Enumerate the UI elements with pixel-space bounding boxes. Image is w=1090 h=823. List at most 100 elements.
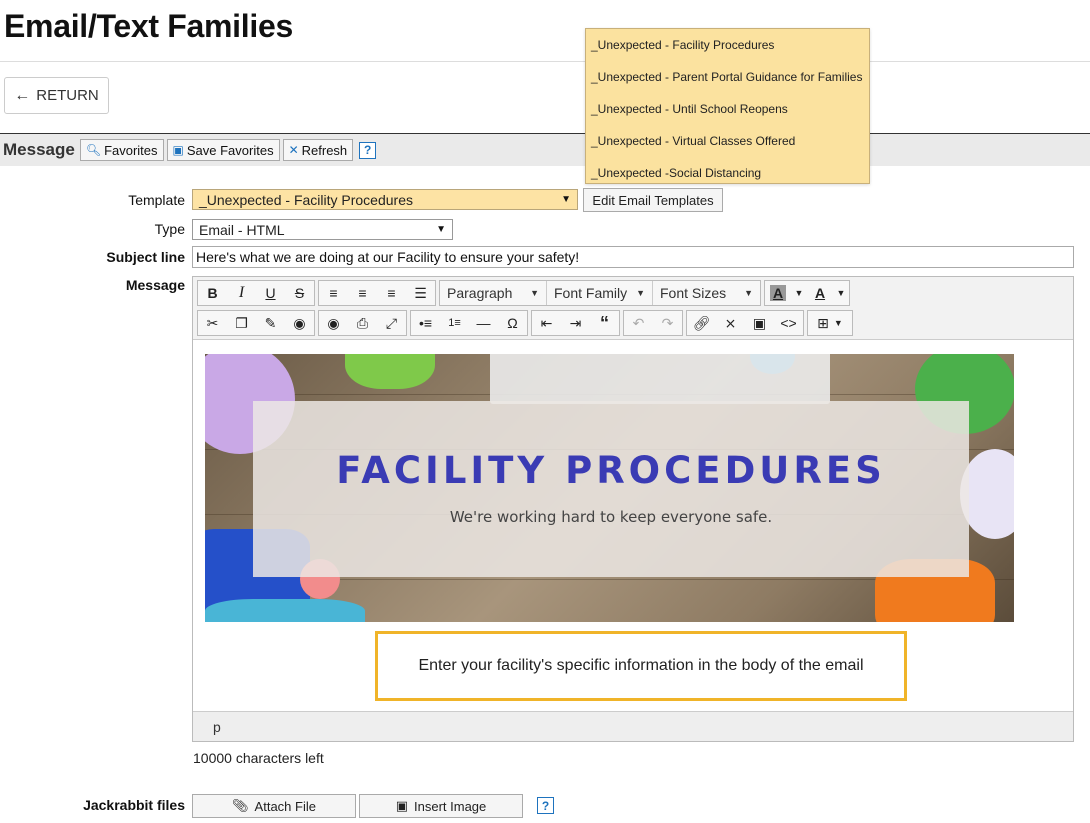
preview-button[interactable]: ◉ [319,311,348,335]
attach-file-label: Attach File [254,798,316,814]
omega-icon: Ω [507,315,518,331]
caret-down-icon: ▼ [561,194,571,205]
favorites-button-label: Favorites [104,142,158,158]
image-icon: ▣ [752,314,767,331]
text-color-icon: A [814,285,826,301]
outdent-icon: ⇤ [540,314,553,331]
paragraph-dropdown-label: Paragraph [447,285,513,301]
template-option[interactable]: _Unexpected -Social Distancing [586,157,869,189]
template-option[interactable]: _Unexpected - Facility Procedures [586,29,869,61]
quote-icon: “ [600,312,609,333]
help-icon[interactable]: ? [359,141,377,159]
align-left-button[interactable]: ≡ [319,281,348,305]
align-justify-button[interactable]: ☰ [406,281,435,305]
rich-text-editor: B I U S ≡ ≡ ≡ ☰ Paragraph ▼ Font Family … [192,276,1074,742]
font-sizes-dropdown[interactable]: Font Sizes ▼ [652,281,760,305]
help-icon[interactable]: ? [537,797,554,814]
font-family-dropdown-label: Font Family [554,285,628,301]
background-color-button[interactable]: A [765,281,791,305]
horizontal-rule-icon: — [476,315,491,331]
background-color-caret[interactable]: ▼ [791,281,807,305]
font-family-dropdown[interactable]: Font Family ▼ [546,281,652,305]
fullscreen-icon: ⤢ [385,314,398,331]
horizontal-rule-button[interactable]: — [469,311,498,335]
insert-image-toolbar-button[interactable]: ▣ [745,311,774,335]
banner-subtitle: We're working hard to keep everyone safe… [449,508,773,526]
type-select-value: Email - HTML [199,221,285,238]
print-icon: ⎙ [356,314,369,331]
caret-down-icon: ▼ [833,318,843,328]
undo-button[interactable]: ↶ [624,311,653,335]
underline-button[interactable]: U [256,281,285,305]
special-character-button[interactable]: Ω [498,311,527,335]
copy-button[interactable]: ❐ [227,311,256,335]
template-option[interactable]: _Unexpected - Parent Portal Guidance for… [586,61,869,93]
refresh-button[interactable]: ✕ Refresh [282,139,354,161]
outdent-button[interactable]: ⇤ [532,311,561,335]
element-path[interactable]: p [213,719,221,735]
save-favorites-button[interactable]: ▣ Save Favorites [166,139,280,161]
page-title: Email/Text Families [4,8,293,44]
text-color-caret[interactable]: ▼ [833,281,849,305]
copy-icon: ❐ [235,314,248,331]
banner-image: FACILITY PROCEDURES We're working hard t… [205,354,1014,622]
callout-box: Enter your facility's specific informati… [375,631,907,701]
caret-down-icon: ▼ [436,224,446,235]
message-toolbar: Message 🔍︎ Favorites ▣ Save Favorites ✕ … [0,133,1090,166]
return-button[interactable]: ← RETURN [4,77,109,114]
font-sizes-dropdown-label: Font Sizes [660,285,727,301]
template-select[interactable]: _Unexpected - Facility Procedures ▼ [192,189,578,210]
numbered-list-button[interactable]: 1≡ [440,311,469,335]
source-code-button[interactable]: <> [774,311,803,335]
type-select[interactable]: Email - HTML ▼ [192,219,453,240]
redo-button[interactable]: ↷ [653,311,682,335]
editor-content[interactable]: FACILITY PROCEDURES We're working hard t… [193,340,1073,713]
insert-image-button[interactable]: ▣ Insert Image [359,794,523,818]
remove-link-button[interactable]: ⨯ [716,311,745,335]
paperclip-icon: 📎︎ [232,798,249,813]
type-label: Type [154,221,185,237]
bullet-list-button[interactable]: •≡ [411,311,440,335]
blockquote-button[interactable]: “ [590,311,619,335]
background-color-icon: A [769,285,787,301]
images-icon: ▣ [395,798,409,813]
align-center-button[interactable]: ≡ [348,281,377,305]
text-color-button[interactable]: A [807,281,833,305]
numbered-list-icon: 1≡ [448,317,461,329]
bold-button[interactable]: B [198,281,227,305]
arrow-left-icon: ← [14,86,31,104]
editor-toolbar: B I U S ≡ ≡ ≡ ☰ Paragraph ▼ Font Family … [193,277,1073,340]
paste-icon: ✎ [264,314,277,331]
fullscreen-button[interactable]: ⤢ [377,311,406,335]
template-option[interactable]: _Unexpected - Until School Reopens [586,93,869,125]
cut-button[interactable]: ✂ [198,311,227,335]
message-label: Message [125,277,185,293]
subject-label: Subject line [106,249,185,265]
strikethrough-button[interactable]: S [285,281,314,305]
paragraph-dropdown[interactable]: Paragraph ▼ [440,281,546,305]
unlink-icon: ⨯ [724,314,737,331]
align-right-button[interactable]: ≡ [377,281,406,305]
find-button[interactable]: ◉ [285,311,314,335]
attach-file-button[interactable]: 📎︎ Attach File [192,794,356,818]
editor-statusbar: p [193,711,1073,741]
caret-down-icon: ▼ [636,288,645,298]
favorites-button[interactable]: 🔍︎ Favorites [79,139,164,161]
print-button[interactable]: ⎙ [348,311,377,335]
refresh-button-label: Refresh [301,142,348,158]
insert-link-button[interactable]: 🔗︎ [687,311,716,335]
return-button-label: RETURN [36,87,99,104]
align-justify-icon: ☰ [414,284,427,301]
caret-down-icon: ▼ [744,288,753,298]
template-option[interactable]: _Unexpected - Virtual Classes Offered [586,125,869,157]
close-icon: ✕ [288,143,299,157]
indent-button[interactable]: ⇥ [561,311,590,335]
undo-icon: ↶ [632,314,645,331]
template-dropdown-list: _Unexpected - Facility Procedures _Unexp… [585,28,870,184]
table-button[interactable]: ⊞ ▼ [808,311,852,335]
italic-button[interactable]: I [227,281,256,305]
paste-button[interactable]: ✎ [256,311,285,335]
subject-input[interactable]: Here's what we are doing at our Facility… [192,246,1074,268]
edit-email-templates-button[interactable]: Edit Email Templates [583,188,723,212]
align-left-icon: ≡ [329,285,338,301]
